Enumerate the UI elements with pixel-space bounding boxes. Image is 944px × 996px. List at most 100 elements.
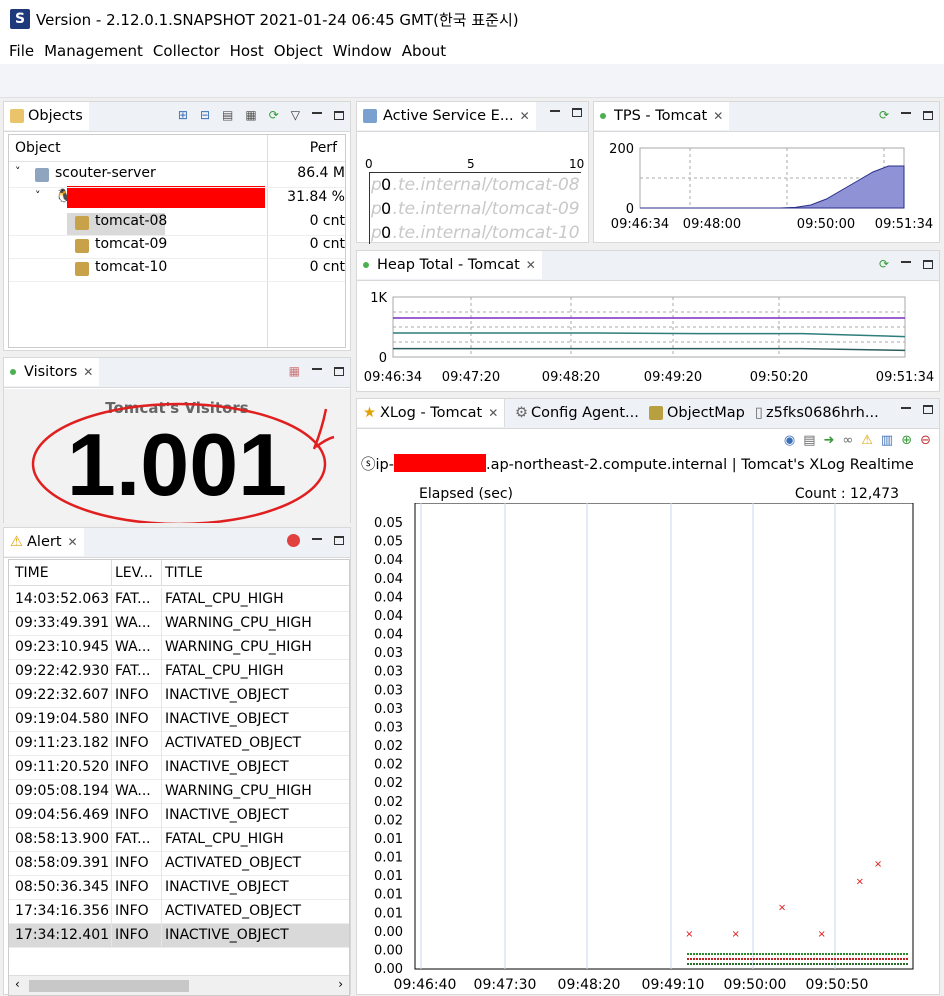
close-icon[interactable]: ✕ xyxy=(520,109,530,123)
alert-row[interactable]: 09:19:04.580 INFO INACTIVE_OBJECT xyxy=(9,708,349,732)
tab-z5fks[interactable]: ▯ z5fks0686hrh... xyxy=(749,399,885,427)
calendar-icon[interactable]: ▦ xyxy=(289,364,300,378)
alert-row[interactable]: 09:23:10.945 WA... WARNING_CPU_HIGH xyxy=(9,636,349,660)
host-icon[interactable]: ▦ xyxy=(245,108,256,122)
menu-management[interactable]: Management xyxy=(39,42,148,60)
menu-collector[interactable]: Collector xyxy=(148,42,225,60)
close-icon[interactable]: ✕ xyxy=(713,109,723,123)
maximize-icon[interactable] xyxy=(923,259,933,269)
link-icon[interactable]: ∞ xyxy=(842,433,853,448)
xlog-point xyxy=(711,958,713,960)
close-icon[interactable]: ✕ xyxy=(83,365,93,379)
col-perf[interactable]: Perf xyxy=(310,140,337,156)
close-icon[interactable]: ✕ xyxy=(68,535,78,549)
maximize-icon[interactable] xyxy=(334,536,344,545)
xlog-point xyxy=(822,963,824,965)
xlog-point xyxy=(753,958,755,960)
alert-col-header[interactable]: TITLE xyxy=(165,565,203,581)
server-icon[interactable]: ▤ xyxy=(222,108,233,122)
maximize-icon[interactable] xyxy=(334,110,344,120)
close-icon[interactable]: ✕ xyxy=(488,406,498,420)
zoom-out-icon[interactable]: ⊖ xyxy=(920,433,931,448)
refresh-icon[interactable]: ⟳ xyxy=(879,108,889,122)
tree-row-host[interactable]: ˅ 🐧 31.84 % xyxy=(15,186,345,211)
alert-row[interactable]: 09:11:20.520 INFO INACTIVE_OBJECT xyxy=(9,756,349,780)
alert-col-header[interactable]: TIME xyxy=(15,565,49,581)
tps-panel: TPS - Tomcat ✕ ⟳ 0 200 09:46:34 09:48:00 09:… xyxy=(593,101,940,243)
xlog-point xyxy=(768,958,770,960)
xlog-point xyxy=(699,963,701,965)
view-menu-icon[interactable]: ▽ xyxy=(291,108,300,122)
tab-config-agent[interactable]: ⚙ Config Agent... xyxy=(509,399,645,427)
menu-file[interactable]: File xyxy=(4,42,39,60)
minimize-icon[interactable] xyxy=(901,112,911,114)
refresh-icon[interactable]: ⟳ xyxy=(269,108,279,122)
list-icon[interactable]: ▤ xyxy=(803,433,815,448)
x-tick-label: 09:46:34 xyxy=(364,370,422,385)
alert-row[interactable]: 09:22:32.607 INFO INACTIVE_OBJECT xyxy=(9,684,349,708)
alert-row[interactable]: 09:04:56.469 INFO INACTIVE_OBJECT xyxy=(9,804,349,828)
menu-window[interactable]: Window xyxy=(328,42,397,60)
horizontal-scrollbar[interactable]: ‹ › xyxy=(9,975,349,995)
alert-row[interactable]: 08:58:13.900 FAT... FATAL_CPU_HIGH xyxy=(9,828,349,852)
tree-row-tomcat-08[interactable]: tomcat-08 0 cnt xyxy=(15,213,345,235)
maximize-icon[interactable] xyxy=(923,405,933,414)
expand-all-icon[interactable]: ⊞ xyxy=(178,108,188,122)
zoom-in-icon[interactable]: ⊕ xyxy=(901,433,912,448)
tab-tps[interactable]: TPS - Tomcat ✕ xyxy=(594,102,730,130)
help-icon[interactable]: ◉ xyxy=(784,433,795,448)
tab-visitors[interactable]: Visitors ✕ xyxy=(4,358,100,386)
alert-cell: WA... xyxy=(115,615,151,631)
xlog-point xyxy=(765,953,767,955)
maximize-icon[interactable] xyxy=(334,366,344,376)
y-tick-label: 0.02 xyxy=(374,795,403,810)
tree-row-tomcat-10[interactable]: tomcat-10 0 cnt xyxy=(15,259,345,281)
tree-row-server[interactable]: ˅ scouter-server 86.4 M xyxy=(15,165,345,187)
minimize-icon[interactable] xyxy=(901,406,911,409)
menu-object[interactable]: Object xyxy=(269,42,328,60)
xlog-chart[interactable]: 0.00 0.00 0.00 0.01 0.01 0.01 0.01 0.01 0.02 0.02… xyxy=(357,503,939,995)
refresh-icon[interactable]: ⟳ xyxy=(879,257,889,271)
minimize-icon[interactable] xyxy=(312,368,322,370)
xlog-point xyxy=(714,958,716,960)
alert-row[interactable]: 09:05:08.194 WA... WARNING_CPU_HIGH xyxy=(9,780,349,804)
tab-xlog[interactable]: ★ XLog - Tomcat ✕ xyxy=(357,399,506,427)
xlog-point xyxy=(783,963,785,965)
y-tick-label: 0.04 xyxy=(374,609,403,624)
collapse-all-icon[interactable]: ⊟ xyxy=(200,108,210,122)
xlog-point xyxy=(711,963,713,965)
filter-icon[interactable]: ▥ xyxy=(881,433,893,448)
warning-filter-icon[interactable]: ⚠ xyxy=(861,433,873,448)
tab-objects[interactable]: Objects xyxy=(4,102,89,130)
xlog-point xyxy=(813,953,815,955)
clear-icon[interactable] xyxy=(287,534,300,547)
alert-row[interactable]: 17:34:12.401 INFO INACTIVE_OBJECT xyxy=(9,924,349,948)
minimize-icon[interactable] xyxy=(550,109,560,112)
minimize-icon[interactable] xyxy=(901,261,911,263)
minimize-icon[interactable] xyxy=(312,537,322,540)
elapsed-label: Elapsed (sec) xyxy=(419,486,513,502)
tab-alert[interactable]: ⚠ Alert ✕ xyxy=(4,528,84,556)
alert-row[interactable]: 09:33:49.391 WA... WARNING_CPU_HIGH xyxy=(9,612,349,636)
alert-row[interactable]: 08:50:36.345 INFO INACTIVE_OBJECT xyxy=(9,876,349,900)
menu-host[interactable]: Host xyxy=(225,42,269,60)
tab-heap[interactable]: Heap Total - Tomcat ✕ xyxy=(357,251,542,279)
xlog-point xyxy=(732,963,734,965)
alert-row[interactable]: 08:58:09.391 INFO ACTIVATED_OBJECT xyxy=(9,852,349,876)
alert-row[interactable]: 09:22:42.930 FAT... FATAL_CPU_HIGH xyxy=(9,660,349,684)
tree-row-tomcat-09[interactable]: tomcat-09 0 cnt xyxy=(15,236,345,258)
export-icon[interactable]: ➜ xyxy=(823,433,834,448)
minimize-icon[interactable] xyxy=(312,112,322,114)
alert-row[interactable]: 09:11:23.182 INFO ACTIVATED_OBJECT xyxy=(9,732,349,756)
alert-row[interactable]: 17:34:16.356 INFO ACTIVATED_OBJECT xyxy=(9,900,349,924)
tab-active-service[interactable]: Active Service E... ✕ xyxy=(357,102,536,130)
menu-about[interactable]: About xyxy=(397,42,451,60)
tab-objectmap[interactable]: ObjectMap xyxy=(643,399,751,427)
close-icon[interactable]: ✕ xyxy=(526,258,536,272)
maximize-icon[interactable] xyxy=(923,110,933,120)
alert-cell: FATAL_CPU_HIGH xyxy=(165,663,284,679)
alert-row[interactable]: 14:03:52.063 FAT... FATAL_CPU_HIGH xyxy=(9,588,349,612)
col-object[interactable]: Object xyxy=(15,140,61,156)
maximize-icon[interactable] xyxy=(572,108,582,117)
alert-col-header[interactable]: LEV... xyxy=(115,565,153,581)
